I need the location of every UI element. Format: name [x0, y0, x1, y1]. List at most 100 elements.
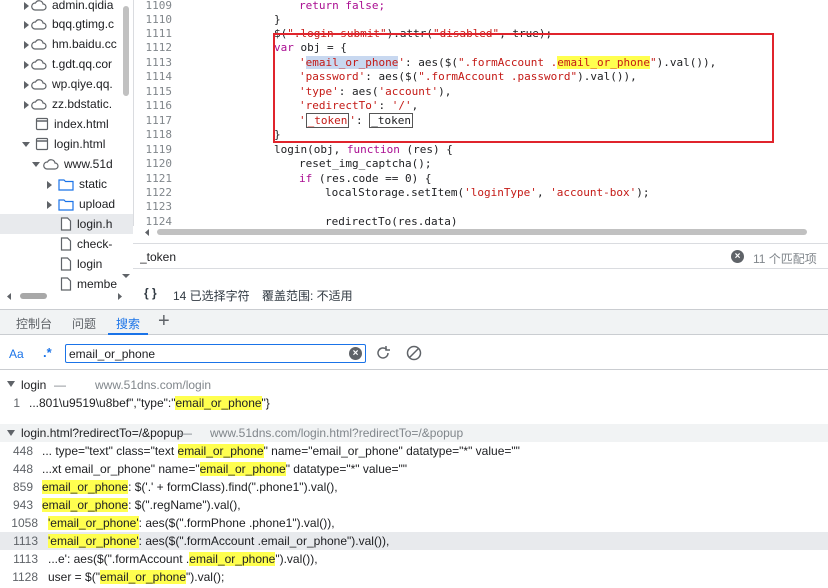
- search-input[interactable]: [69, 345, 339, 362]
- tree-item-zz-bdstatic[interactable]: zz.bdstatic.: [0, 94, 133, 114]
- line-number: 1124: [145, 215, 173, 226]
- tree-item-admin[interactable]: admin.qidia: [0, 0, 133, 15]
- result-match: email_or_phone: [199, 462, 286, 476]
- line-number: 1113: [145, 56, 173, 69]
- line-number: 1114: [145, 70, 173, 83]
- result-group-header-login[interactable]: login — www.51dns.com/login: [0, 376, 828, 394]
- result-match: 'email_or_phone': [48, 516, 139, 530]
- result-row[interactable]: 1113 ...e': aes($(".formAccount .email_o…: [0, 550, 828, 568]
- result-line-number: 1128: [12, 570, 38, 584]
- expand-arrow-icon[interactable]: [22, 80, 31, 89]
- tree-item-label: static: [79, 177, 108, 191]
- editor-hscroll-thumb[interactable]: [157, 229, 807, 235]
- result-row-selected[interactable]: 1113 'email_or_phone': aes($(".formAccou…: [0, 532, 828, 550]
- result-suffix: " datatype="*" value="": [285, 462, 408, 476]
- expand-arrow-icon[interactable]: [22, 1, 31, 10]
- result-file-separator: —: [54, 378, 66, 392]
- drawer-tab-bar: 控制台 问题 搜索 +: [0, 309, 828, 335]
- tree-hscroll-thumb[interactable]: [20, 293, 47, 299]
- active-tab-indicator: [108, 333, 148, 335]
- expand-arrow-icon[interactable]: [22, 20, 31, 29]
- tree-horizontal-scrollbar[interactable]: [0, 290, 130, 302]
- result-group-header-login-html[interactable]: login.html?redirectTo=/&popup — www.51dn…: [0, 424, 828, 442]
- code-token: }: [274, 13, 281, 26]
- tab-issues[interactable]: 问题: [72, 315, 96, 332]
- expand-arrow-icon[interactable]: [45, 200, 54, 209]
- result-line-number: 943: [12, 498, 33, 512]
- clear-find-icon[interactable]: ×: [731, 250, 744, 263]
- scroll-right-arrow-icon[interactable]: [116, 292, 124, 301]
- folder-icon: [58, 198, 74, 211]
- result-row[interactable]: 1128 user = $("email_or_phone").val();: [0, 568, 828, 586]
- expand-arrow-icon[interactable]: [22, 100, 31, 109]
- tree-item-label: www.51d: [64, 157, 113, 171]
- cloud-icon: [31, 99, 47, 110]
- tree-item-label: index.html: [54, 117, 109, 131]
- tree-item-login-h-selected[interactable]: login.h: [0, 214, 133, 234]
- result-line-number: 859: [12, 480, 33, 494]
- refresh-icon[interactable]: [374, 344, 392, 362]
- page-icon: [35, 117, 49, 131]
- tree-item-index-html[interactable]: index.html: [0, 114, 133, 134]
- scroll-left-arrow-icon[interactable]: [5, 292, 13, 301]
- annotation-highlight-box: [273, 33, 774, 143]
- tab-search[interactable]: 搜索: [116, 315, 140, 332]
- find-input[interactable]: [140, 248, 740, 266]
- tree-scroll-thumb[interactable]: [123, 6, 129, 96]
- line-number: 1112: [145, 41, 173, 54]
- tree-item-static[interactable]: static: [0, 174, 133, 194]
- tree-item-label: login: [77, 257, 103, 271]
- tree-item-www-51dns[interactable]: www.51d: [0, 154, 133, 174]
- tree-item-login[interactable]: login: [0, 254, 133, 274]
- tree-item-login-html[interactable]: login.html: [0, 134, 133, 154]
- tree-item-tgdt[interactable]: t.gdt.qq.cor: [0, 54, 133, 74]
- result-row[interactable]: 1058 'email_or_phone': aes($(".formPhone…: [0, 514, 828, 532]
- result-match: email_or_phone: [175, 396, 262, 410]
- result-row[interactable]: 859 email_or_phone: $('.' + formClass).f…: [0, 478, 828, 496]
- collapse-arrow-icon[interactable]: [7, 381, 15, 387]
- code-token: reset_img_captcha();: [299, 157, 432, 170]
- file-icon: [60, 277, 72, 291]
- tree-item-label: membe: [77, 277, 118, 291]
- collapse-arrow-icon[interactable]: [7, 430, 15, 436]
- result-suffix: : $('.' + formClass).find(".phone1").val…: [128, 480, 338, 494]
- line-number: 1115: [145, 85, 173, 98]
- code-token: return false;: [299, 0, 386, 12]
- result-match: email_or_phone: [42, 480, 129, 494]
- code-token: (res) {: [399, 143, 453, 156]
- result-row[interactable]: 1 ...801\u9519\u8bef","type":"email_or_p…: [0, 394, 828, 412]
- tree-item-label: login.h: [77, 217, 113, 231]
- line-number: 1116: [145, 99, 173, 112]
- tree-item-bqq[interactable]: bqq.gtimg.c: [0, 14, 133, 34]
- clear-results-icon[interactable]: [405, 344, 423, 362]
- pretty-print-button[interactable]: { }: [144, 286, 157, 300]
- collapse-arrow-icon[interactable]: [22, 140, 31, 149]
- tree-item-check[interactable]: check-: [0, 234, 133, 254]
- tree-item-hm-baidu[interactable]: hm.baidu.cc: [0, 34, 133, 54]
- result-row[interactable]: 448 ...xt email_or_phone" name="email_or…: [0, 460, 828, 478]
- result-file-url: www.51dns.com/login.html?redirectTo=/&po…: [210, 426, 464, 440]
- expand-arrow-icon[interactable]: [45, 180, 54, 189]
- add-tab-button[interactable]: +: [158, 310, 170, 333]
- line-number: 1123: [145, 200, 173, 213]
- expand-arrow-icon[interactable]: [22, 40, 31, 49]
- clear-search-icon[interactable]: ×: [349, 347, 362, 360]
- result-row[interactable]: 448 ... type="text" class="text email_or…: [0, 442, 828, 460]
- tree-item-upload[interactable]: upload: [0, 194, 133, 214]
- tab-console[interactable]: 控制台: [16, 315, 52, 332]
- tree-item-label: wp.qiye.qq.: [52, 77, 113, 91]
- regex-toggle[interactable]: .*: [43, 345, 52, 360]
- collapse-arrow-icon[interactable]: [32, 160, 41, 169]
- result-match: email_or_phone: [42, 498, 129, 512]
- file-icon: [60, 217, 72, 231]
- result-prefix: ...xt email_or_phone" name=": [42, 462, 200, 476]
- scroll-left-arrow-icon[interactable]: [143, 228, 151, 237]
- tree-item-wp-qiye[interactable]: wp.qiye.qq.: [0, 74, 133, 94]
- scroll-down-arrow-icon[interactable]: [121, 272, 131, 280]
- expand-arrow-icon[interactable]: [22, 60, 31, 69]
- line-number: 1110: [145, 13, 173, 26]
- code-token: ,: [536, 186, 551, 199]
- result-row[interactable]: 943 email_or_phone: $(".regName").val(),: [0, 496, 828, 514]
- code-token: 'loginType': [464, 186, 537, 199]
- match-case-toggle[interactable]: Aa: [9, 347, 24, 361]
